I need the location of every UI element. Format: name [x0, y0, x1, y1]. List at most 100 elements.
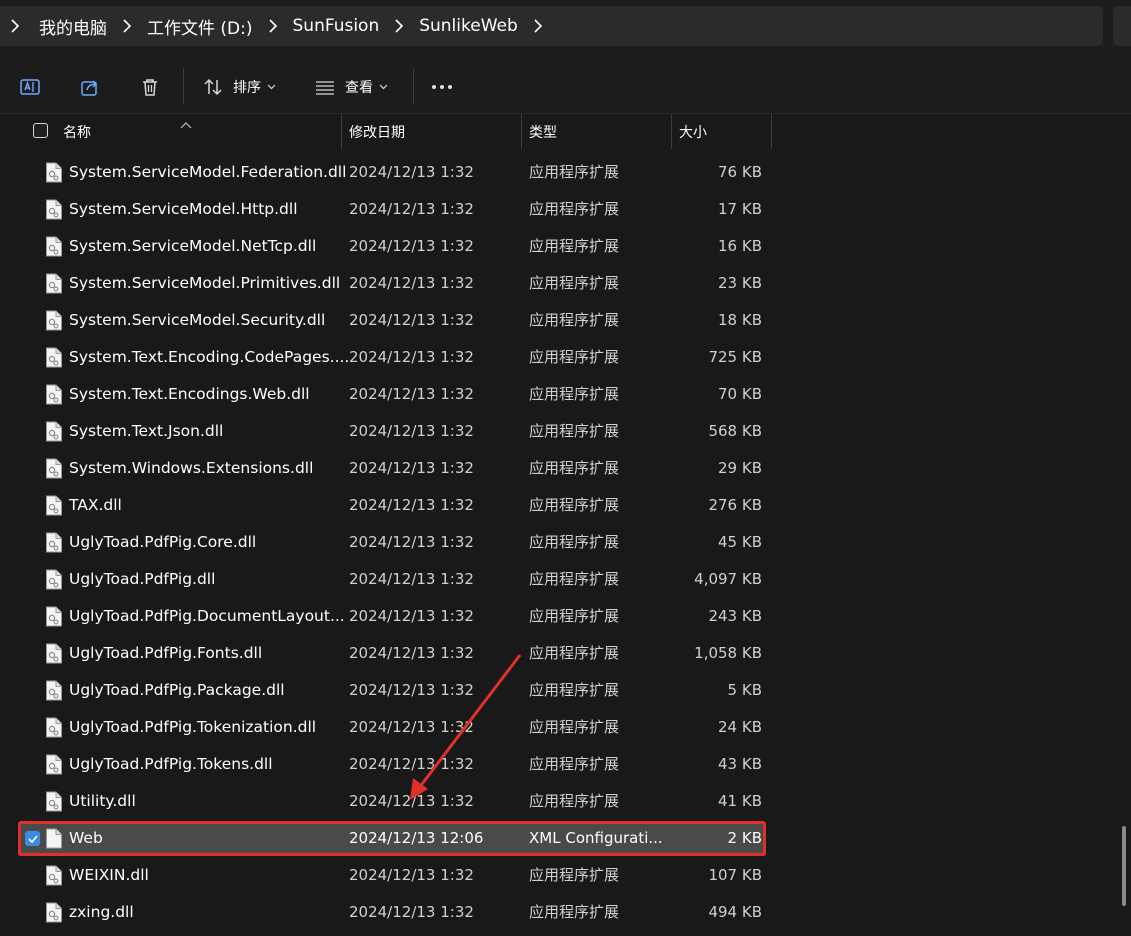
file-name[interactable]: System.ServiceModel.Primitives.dll	[69, 265, 340, 302]
chevron-right-icon[interactable]	[265, 18, 281, 34]
file-type: 应用程序扩展	[529, 348, 620, 366]
sort-icon	[201, 75, 225, 99]
toolbar-divider	[413, 68, 414, 104]
file-icon	[45, 458, 63, 479]
file-icon	[45, 273, 63, 294]
file-row-selected[interactable]: Web 2024/12/13 12:06 XML Configurati... …	[0, 820, 1131, 857]
file-row[interactable]: WEIXIN.dll 2024/12/13 1:32 应用程序扩展 107 KB	[0, 857, 1131, 894]
file-icon	[45, 680, 63, 701]
file-name[interactable]: WEIXIN.dll	[69, 857, 149, 894]
file-row[interactable]: System.ServiceModel.Security.dll 2024/12…	[0, 302, 1131, 339]
sort-label: 排序	[233, 80, 261, 96]
file-icon	[45, 828, 63, 849]
chevron-right-icon[interactable]	[391, 18, 407, 34]
file-name[interactable]: System.Text.Json.dll	[69, 413, 223, 450]
address-bar: 我的电脑 工作文件 (D:) SunFusion SunlikeWeb	[0, 0, 1131, 56]
file-row[interactable]: System.Text.Json.dll 2024/12/13 1:32 应用程…	[0, 413, 1131, 450]
file-row[interactable]: System.Text.Encoding.CodePages.... 2024/…	[0, 339, 1131, 376]
file-name[interactable]: System.ServiceModel.Federation.dll	[69, 154, 346, 191]
column-modified[interactable]: 修改日期	[341, 114, 521, 149]
file-type: 应用程序扩展	[529, 496, 620, 514]
view-button[interactable]: 查看	[313, 71, 388, 103]
file-name[interactable]: System.Text.Encoding.CodePages....	[69, 339, 349, 376]
file-row[interactable]: System.ServiceModel.Http.dll 2024/12/13 …	[0, 191, 1131, 228]
file-size: 43 KB	[718, 755, 762, 773]
file-row[interactable]: UglyToad.PdfPig.Tokens.dll 2024/12/13 1:…	[0, 746, 1131, 783]
file-row[interactable]: UglyToad.PdfPig.dll 2024/12/13 1:32 应用程序…	[0, 561, 1131, 598]
file-name[interactable]: UglyToad.PdfPig.DocumentLayout...	[69, 598, 345, 635]
file-name[interactable]: System.Windows.Extensions.dll	[69, 450, 313, 487]
file-name[interactable]: zxing.dll	[69, 894, 134, 931]
file-icon	[45, 717, 63, 738]
file-row[interactable]: UglyToad.PdfPig.Fonts.dll 2024/12/13 1:3…	[0, 635, 1131, 672]
file-name[interactable]: Web	[69, 820, 103, 857]
column-divider[interactable]	[771, 114, 772, 149]
breadcrumb-item-drive[interactable]: 工作文件 (D:)	[145, 14, 255, 39]
file-row[interactable]: System.ServiceModel.Primitives.dll 2024/…	[0, 265, 1131, 302]
file-name[interactable]: System.ServiceModel.Http.dll	[69, 191, 298, 228]
file-type: 应用程序扩展	[529, 533, 620, 551]
file-type: 应用程序扩展	[529, 422, 620, 440]
file-icon	[45, 495, 63, 516]
column-size[interactable]: 大小	[671, 114, 771, 149]
column-type[interactable]: 类型	[521, 114, 671, 149]
file-size: 243 KB	[708, 607, 762, 625]
file-name[interactable]: UglyToad.PdfPig.Fonts.dll	[69, 635, 262, 672]
file-type: 应用程序扩展	[529, 755, 620, 773]
breadcrumb[interactable]: 我的电脑 工作文件 (D:) SunFusion SunlikeWeb	[0, 6, 1103, 46]
file-row[interactable]: System.ServiceModel.NetTcp.dll 2024/12/1…	[0, 228, 1131, 265]
file-type: 应用程序扩展	[529, 866, 620, 884]
file-row[interactable]: System.ServiceModel.Federation.dll 2024/…	[0, 154, 1131, 191]
chevron-right-icon[interactable]	[7, 18, 23, 34]
breadcrumb-item-computer[interactable]: 我的电脑	[37, 14, 109, 39]
file-modified-date: 2024/12/13 1:32	[349, 163, 474, 181]
breadcrumb-item-sunlikeweb[interactable]: SunlikeWeb	[417, 16, 520, 36]
column-name[interactable]: 名称	[55, 114, 341, 149]
file-row[interactable]: UglyToad.PdfPig.Tokenization.dll 2024/12…	[0, 709, 1131, 746]
chevron-right-icon[interactable]	[119, 18, 135, 34]
file-modified-date: 2024/12/13 1:32	[349, 903, 474, 921]
rename-button[interactable]	[18, 71, 42, 103]
file-row[interactable]: UglyToad.PdfPig.Package.dll 2024/12/13 1…	[0, 672, 1131, 709]
file-row[interactable]: System.Text.Encodings.Web.dll 2024/12/13…	[0, 376, 1131, 413]
file-name[interactable]: System.Text.Encodings.Web.dll	[69, 376, 310, 413]
vertical-scrollbar-thumb[interactable]	[1122, 826, 1126, 906]
delete-button[interactable]	[138, 71, 162, 103]
file-row[interactable]: zxing.dll 2024/12/13 1:32 应用程序扩展 494 KB	[0, 894, 1131, 931]
share-button[interactable]	[78, 71, 102, 103]
file-type: 应用程序扩展	[529, 311, 620, 329]
file-name[interactable]: System.ServiceModel.NetTcp.dll	[69, 228, 316, 265]
file-name[interactable]: UglyToad.PdfPig.Core.dll	[69, 524, 256, 561]
select-all-checkbox[interactable]	[33, 123, 48, 138]
file-modified-date: 2024/12/13 1:32	[349, 681, 474, 699]
toolbar-divider	[183, 68, 184, 104]
file-modified-date: 2024/12/13 1:32	[349, 607, 474, 625]
file-name[interactable]: UglyToad.PdfPig.Tokenization.dll	[69, 709, 316, 746]
column-header-row: 名称 修改日期 类型 大小	[0, 114, 1131, 149]
file-row[interactable]: System.Windows.Extensions.dll 2024/12/13…	[0, 450, 1131, 487]
file-icon	[45, 236, 63, 257]
file-row[interactable]: Utility.dll 2024/12/13 1:32 应用程序扩展 41 KB	[0, 783, 1131, 820]
file-modified-date: 2024/12/13 1:32	[349, 385, 474, 403]
file-name[interactable]: UglyToad.PdfPig.Package.dll	[69, 672, 285, 709]
search-box[interactable]	[1113, 6, 1131, 46]
file-icon	[45, 347, 63, 368]
file-name[interactable]: System.ServiceModel.Security.dll	[69, 302, 325, 339]
chevron-right-icon[interactable]	[530, 18, 546, 34]
file-icon	[45, 791, 63, 812]
command-bar: 排序 查看	[0, 56, 1131, 114]
file-icon	[45, 199, 63, 220]
file-type: 应用程序扩展	[529, 237, 620, 255]
more-options-button[interactable]	[430, 71, 454, 103]
file-row[interactable]: UglyToad.PdfPig.Core.dll 2024/12/13 1:32…	[0, 524, 1131, 561]
file-name[interactable]: UglyToad.PdfPig.dll	[69, 561, 215, 598]
file-row[interactable]: TAX.dll 2024/12/13 1:32 应用程序扩展 276 KB	[0, 487, 1131, 524]
row-checkbox-checked[interactable]	[25, 831, 40, 846]
share-icon	[78, 75, 102, 99]
breadcrumb-item-sunfusion[interactable]: SunFusion	[291, 16, 382, 36]
file-name[interactable]: UglyToad.PdfPig.Tokens.dll	[69, 746, 273, 783]
sort-button[interactable]: 排序	[201, 71, 276, 103]
file-name[interactable]: TAX.dll	[69, 487, 122, 524]
file-row[interactable]: UglyToad.PdfPig.DocumentLayout... 2024/1…	[0, 598, 1131, 635]
file-name[interactable]: Utility.dll	[69, 783, 136, 820]
